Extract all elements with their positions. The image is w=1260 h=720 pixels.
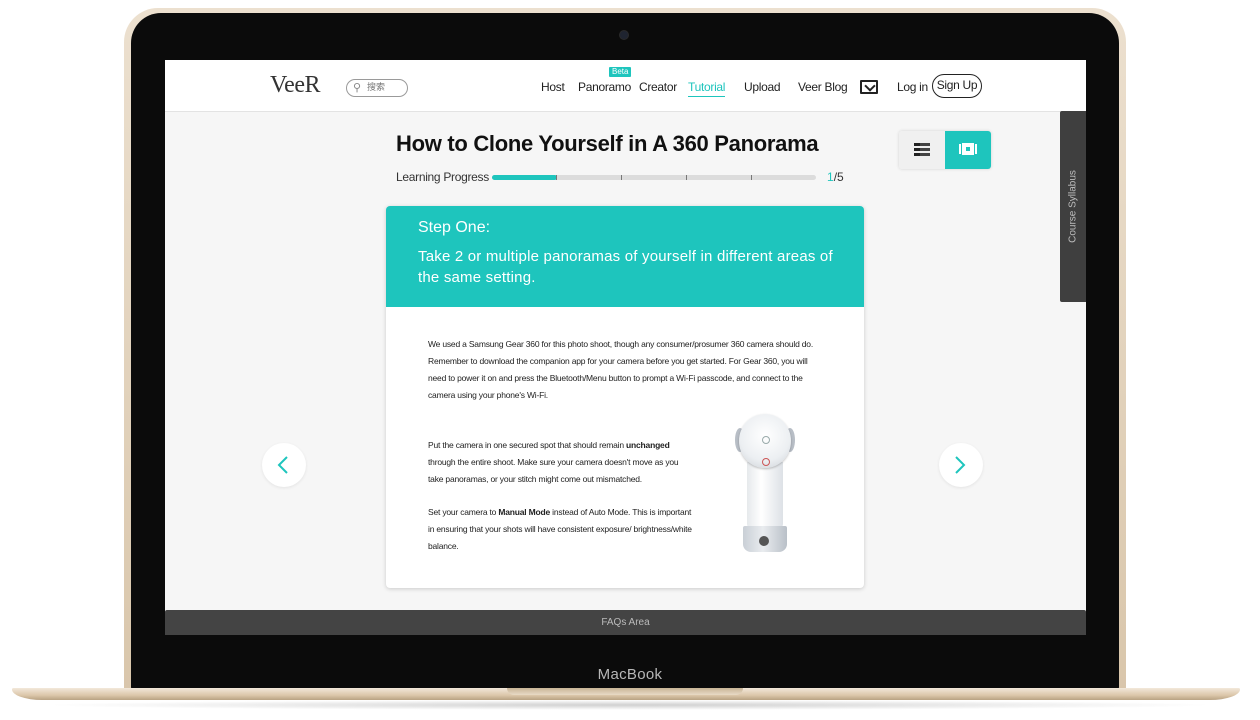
progress-current: 1 <box>827 170 834 184</box>
progress-label: Learning Progress <box>396 170 489 184</box>
search-box[interactable]: ⚲ <box>346 79 408 97</box>
slide-view-icon <box>959 143 977 155</box>
chevron-right-icon <box>955 456 966 474</box>
progress-tick <box>621 175 622 180</box>
course-syllabus-tab[interactable]: Course Syllabus <box>1060 111 1086 302</box>
paragraph-placement: Put the camera in one secured spot that … <box>428 440 679 484</box>
step-title: Take 2 or multiple panoramas of yourself… <box>418 248 833 286</box>
previous-step-button[interactable] <box>262 443 306 487</box>
learning-progress-bar <box>492 175 816 180</box>
login-link[interactable]: Log in <box>897 80 928 94</box>
slide-view-button[interactable] <box>945 131 991 169</box>
paragraph-intro: We used a Samsung Gear 360 for this phot… <box>428 339 813 400</box>
progress-tick <box>556 175 557 180</box>
step-body: We used a Samsung Gear 360 for this phot… <box>428 336 823 404</box>
progress-fill <box>492 175 557 180</box>
top-nav-bar: VeeR ⚲ Host Beta Panoramo Creator Tutori… <box>165 60 1086 112</box>
webcam-dot <box>620 31 628 39</box>
course-syllabus-label: Course Syllabus <box>1067 170 1079 243</box>
gear-360-camera-image <box>733 414 797 554</box>
lesson-title: How to Clone Yourself in A 360 Panorama <box>396 131 819 156</box>
progress-tick <box>751 175 752 180</box>
faqs-area-bar[interactable]: FAQs Area <box>165 610 1086 635</box>
nav-host[interactable]: Host <box>541 80 565 94</box>
nav-creator[interactable]: Creator <box>639 80 677 94</box>
laptop-shadow <box>40 700 1220 710</box>
beta-badge: Beta <box>609 67 632 77</box>
progress-total: /5 <box>833 170 844 184</box>
next-step-button[interactable] <box>939 443 983 487</box>
nav-veer-blog[interactable]: Veer Blog <box>798 80 848 94</box>
sign-up-button[interactable]: Sign Up <box>932 74 982 98</box>
tutorial-step-card: Step One: Take 2 or multiple panoramas o… <box>386 206 864 588</box>
nav-panoramo[interactable]: Panoramo <box>578 80 631 94</box>
veer-logo[interactable]: VeeR <box>270 72 320 99</box>
device-label: MacBook <box>597 666 663 683</box>
step-header: Step One: Take 2 or multiple panoramas o… <box>386 206 864 307</box>
progress-count: 1/5 <box>827 170 844 184</box>
nav-tutorial[interactable]: Tutorial <box>688 80 725 97</box>
chevron-left-icon <box>277 456 288 474</box>
view-toggle <box>899 131 991 169</box>
browser-viewport: VeeR ⚲ Host Beta Panoramo Creator Tutori… <box>165 60 1086 635</box>
search-icon: ⚲ <box>353 82 362 94</box>
nav-upload[interactable]: Upload <box>744 80 781 94</box>
list-view-button[interactable] <box>899 131 945 169</box>
mail-icon[interactable] <box>860 80 878 94</box>
progress-tick <box>686 175 687 180</box>
step-label: Step One: <box>418 219 491 236</box>
search-input[interactable] <box>367 81 405 93</box>
paragraph-manual-mode: Set your camera to Manual Mode instead o… <box>428 507 692 551</box>
laptop-notch <box>507 688 743 695</box>
